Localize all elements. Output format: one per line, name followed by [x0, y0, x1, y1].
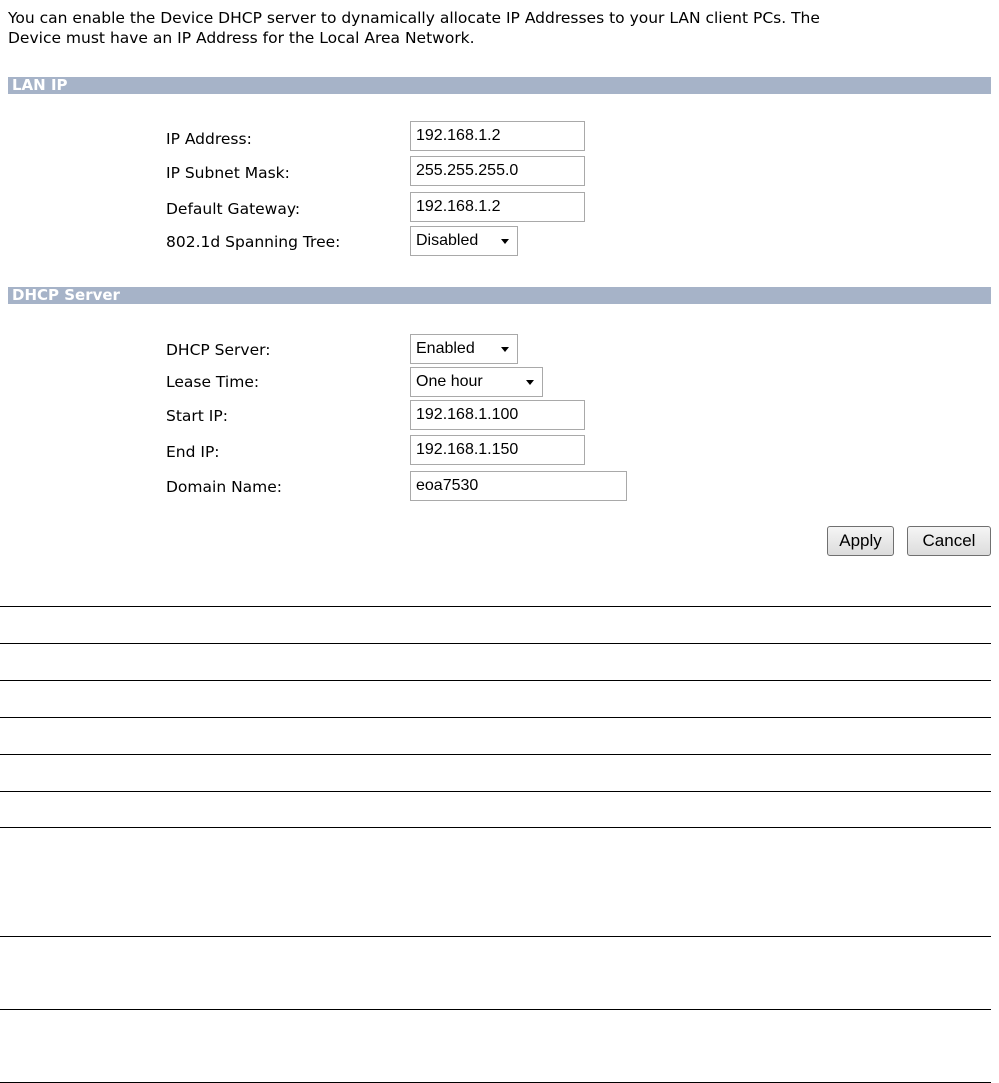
lease-time-value: One hour	[416, 373, 483, 390]
subnet-mask-label: IP Subnet Mask:	[166, 164, 290, 182]
dhcp-server-select[interactable]: Enabled	[410, 334, 518, 364]
divider-line	[0, 680, 991, 681]
spanning-tree-label: 802.1d Spanning Tree:	[166, 233, 341, 251]
divider-line	[0, 754, 991, 755]
lease-time-select[interactable]: One hour	[410, 367, 543, 397]
spanning-tree-select[interactable]: Disabled	[410, 226, 518, 256]
intro-line-2: Device must have an IP Address for the L…	[8, 29, 475, 47]
start-ip-input[interactable]	[410, 400, 585, 430]
lan-ip-section-header: LAN IP	[8, 77, 991, 94]
divider-line	[0, 643, 991, 644]
divider-line	[0, 827, 991, 828]
dhcp-server-label: DHCP Server:	[166, 341, 271, 359]
divider-line	[0, 1009, 991, 1010]
spanning-tree-value: Disabled	[416, 232, 479, 249]
end-ip-input[interactable]	[410, 435, 585, 465]
ip-address-label: IP Address:	[166, 130, 252, 148]
divider-line	[0, 791, 991, 792]
chevron-down-icon	[501, 239, 509, 244]
divider-line	[0, 606, 991, 607]
chevron-down-icon	[526, 380, 534, 385]
subnet-mask-input[interactable]	[410, 156, 585, 186]
end-ip-label: End IP:	[166, 443, 220, 461]
intro-line-1: You can enable the Device DHCP server to…	[8, 9, 820, 27]
dhcp-server-section-header: DHCP Server	[8, 287, 991, 304]
divider-line	[0, 717, 991, 718]
apply-button[interactable]: Apply	[827, 526, 894, 556]
default-gateway-label: Default Gateway:	[166, 200, 301, 218]
domain-name-label: Domain Name:	[166, 478, 283, 496]
ip-address-input[interactable]	[410, 121, 585, 151]
dhcp-server-value: Enabled	[416, 340, 475, 357]
chevron-down-icon	[501, 347, 509, 352]
divider-line	[0, 936, 991, 937]
default-gateway-input[interactable]	[410, 192, 585, 222]
cancel-button[interactable]: Cancel	[907, 526, 991, 556]
lease-time-label: Lease Time:	[166, 373, 260, 391]
start-ip-label: Start IP:	[166, 407, 228, 425]
domain-name-input[interactable]	[410, 471, 627, 501]
intro-text: You can enable the Device DHCP server to…	[8, 8, 988, 48]
